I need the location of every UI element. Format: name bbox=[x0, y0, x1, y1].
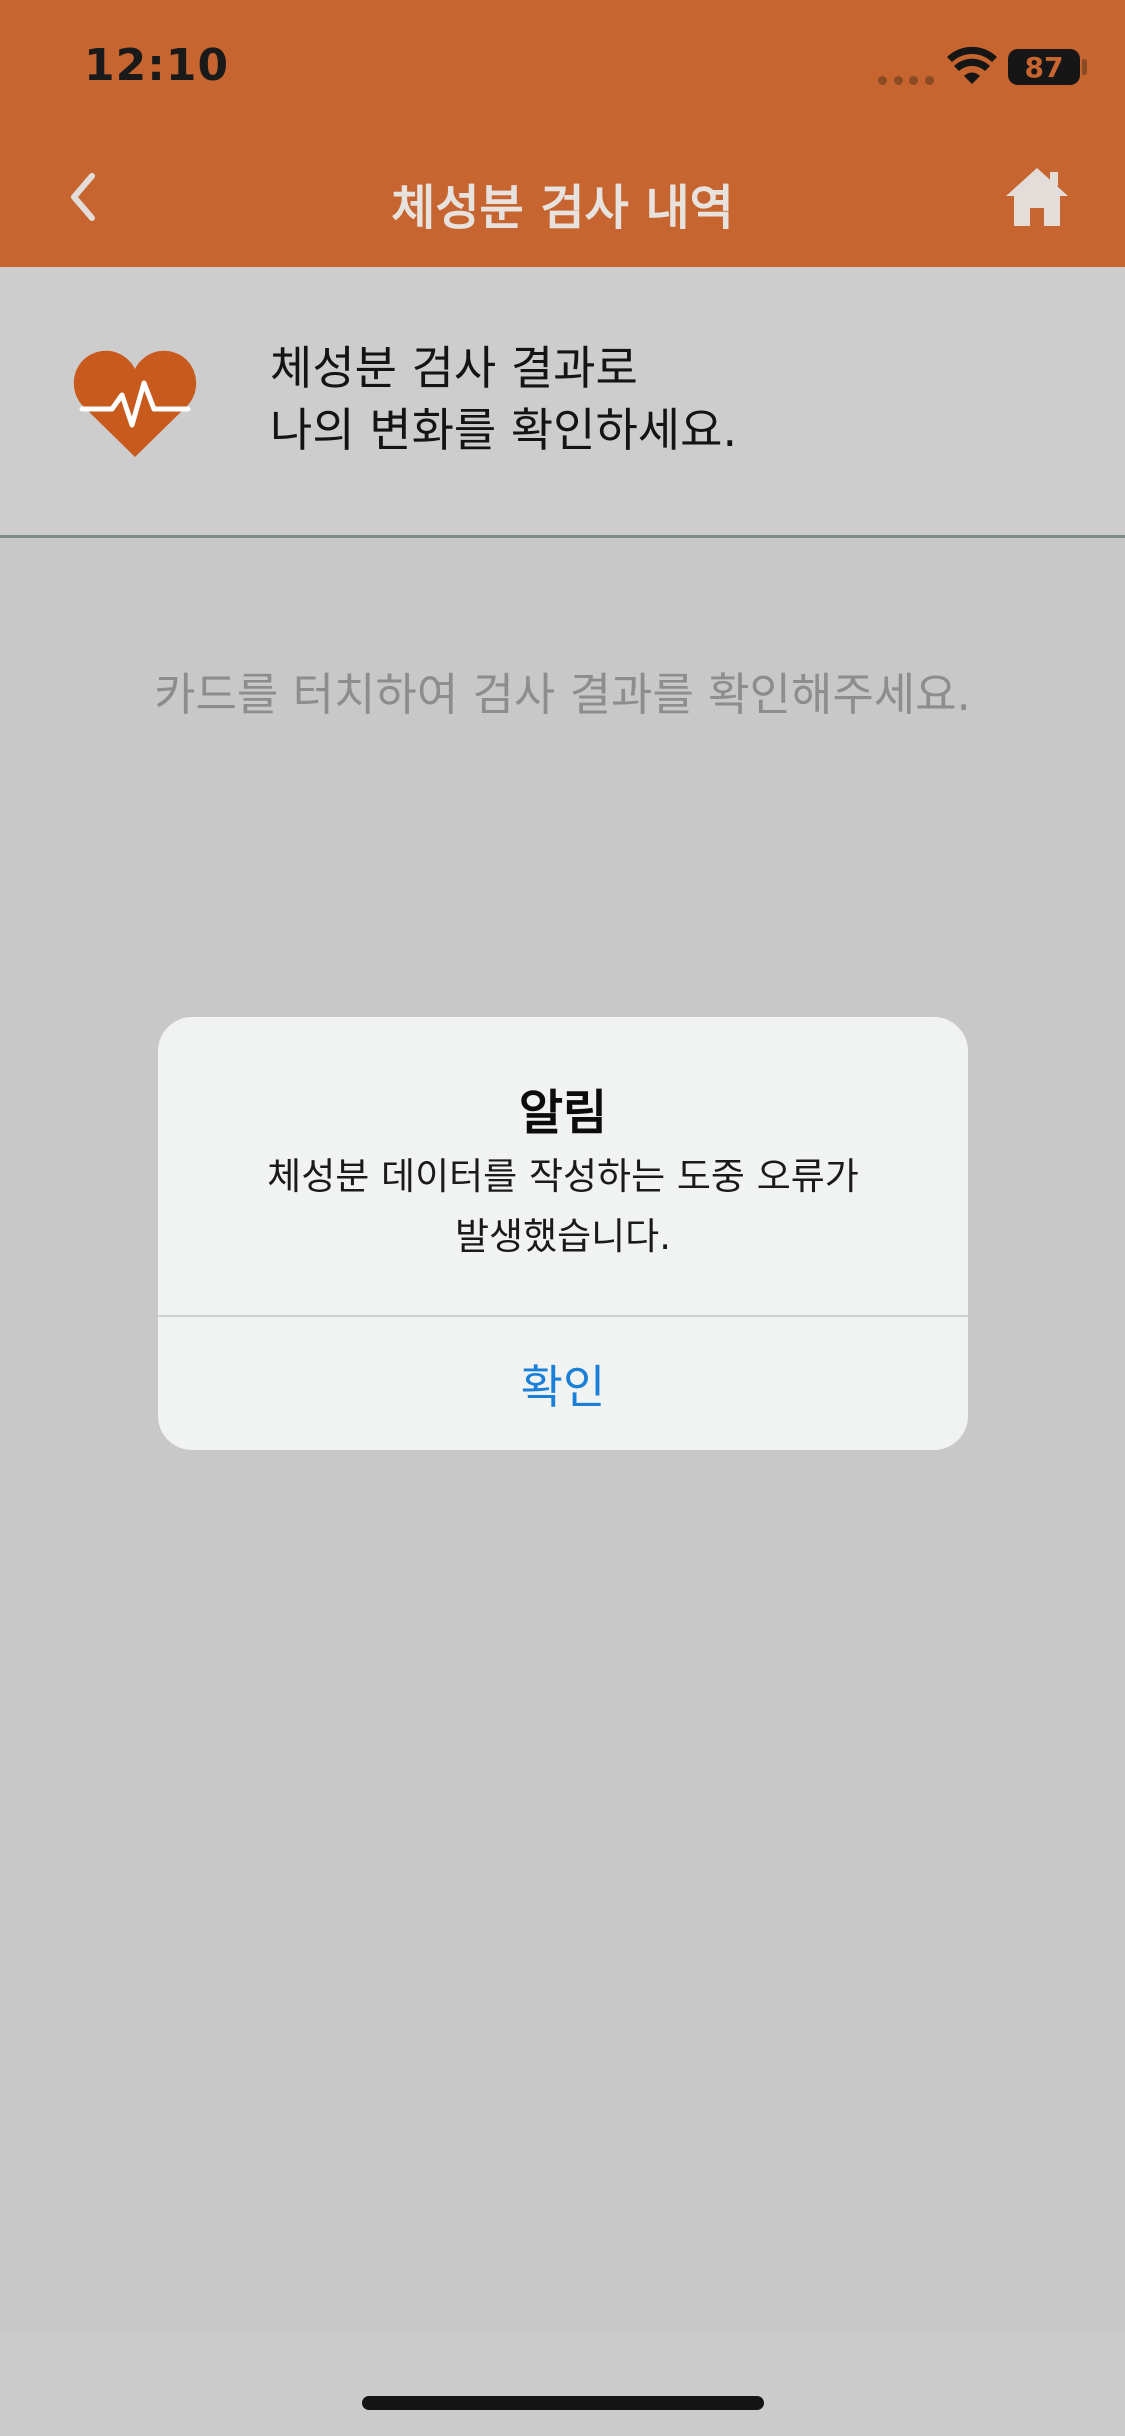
alert-message-line-2: 발생했습니다. bbox=[454, 1215, 671, 1258]
battery-cap bbox=[1082, 59, 1087, 75]
empty-hint-text: 카드를 터치하여 검사 결과를 확인해주세요. bbox=[154, 668, 971, 721]
alert-message: 체성분 데이터를 작성하는 도중 오류가 발생했습니다. bbox=[218, 1147, 908, 1267]
screen: 12:10 87 체성분 검사 내역 체성분 검사 결과로 나의 변화를 확인하… bbox=[0, 0, 1125, 2436]
heart-pulse-icon bbox=[73, 350, 197, 457]
home-indicator[interactable] bbox=[362, 2396, 764, 2410]
battery-level: 87 bbox=[1024, 50, 1064, 84]
home-icon[interactable] bbox=[1004, 166, 1070, 228]
alert-dialog: 알림 체성분 데이터를 작성하는 도중 오류가 발생했습니다. 확인 bbox=[158, 1017, 968, 1450]
alert-message-line-1: 체성분 데이터를 작성하는 도중 오류가 bbox=[267, 1155, 859, 1198]
status-time: 12:10 bbox=[84, 40, 230, 91]
banner-line-2: 나의 변화를 확인하세요. bbox=[270, 403, 738, 457]
confirm-button[interactable]: 확인 bbox=[158, 1317, 968, 1450]
wifi-icon bbox=[947, 46, 997, 84]
battery-icon: 87 bbox=[1008, 49, 1080, 85]
info-banner: 체성분 검사 결과로 나의 변화를 확인하세요. bbox=[0, 267, 1125, 538]
banner-line-1: 체성분 검사 결과로 bbox=[270, 341, 638, 395]
cellular-signal-icon bbox=[878, 76, 934, 85]
page-title: 체성분 검사 내역 bbox=[391, 180, 734, 236]
alert-title: 알림 bbox=[518, 1085, 608, 1141]
banner-message: 체성분 검사 결과로 나의 변화를 확인하세요. bbox=[270, 337, 737, 461]
app-header: 12:10 87 체성분 검사 내역 bbox=[0, 0, 1125, 267]
bottom-safe-area bbox=[0, 2332, 1125, 2436]
